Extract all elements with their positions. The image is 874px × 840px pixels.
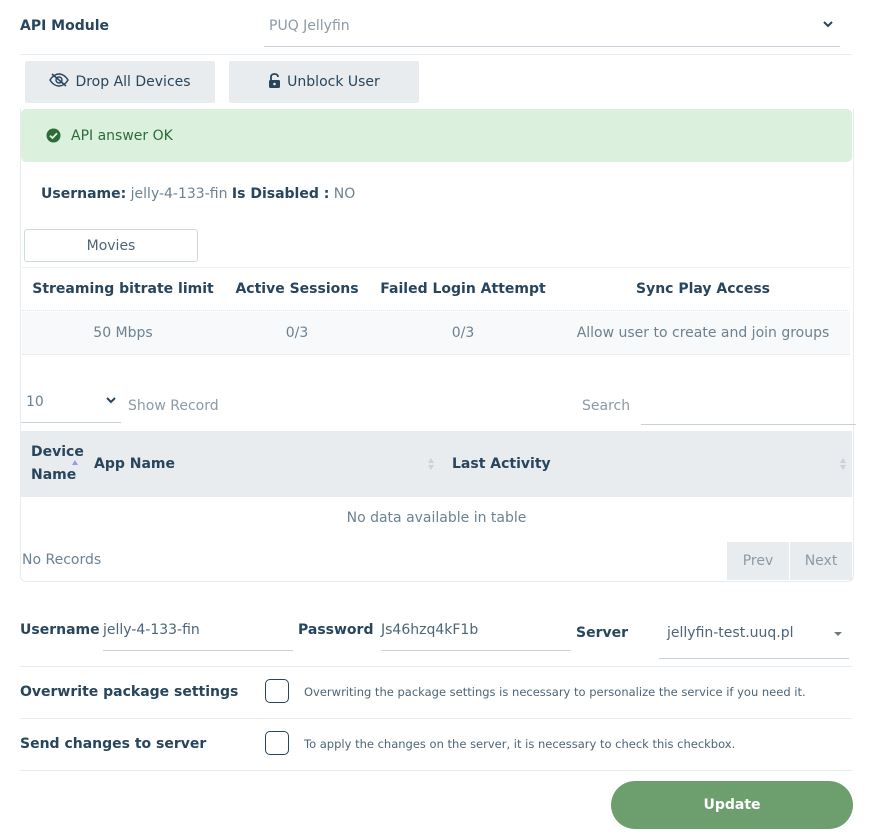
overwrite-package-checkbox[interactable] — [265, 679, 289, 703]
devices-table-header: Device Name App Name Last Activity — [21, 431, 852, 497]
table-empty-row: No data available in table — [346, 510, 527, 526]
drop-all-devices-button[interactable]: Drop All Devices — [25, 61, 215, 103]
divider — [20, 718, 852, 719]
server-label: Server — [576, 625, 629, 641]
stat-header-sessions: Active Sessions — [235, 281, 359, 297]
stat-value-sync-play: Allow user to create and join groups — [576, 325, 830, 341]
stat-header-sync-play: Sync Play Access — [635, 281, 771, 297]
api-module-select[interactable]: PUQ Jellyfin — [264, 8, 840, 47]
column-device-name[interactable]: Device Name — [31, 431, 91, 497]
username-field[interactable]: jelly-4-133-fin — [103, 614, 293, 651]
disabled-info-label: Is Disabled : — [231, 186, 330, 202]
overwrite-package-help: Overwriting the package settings is nece… — [304, 685, 806, 699]
check-circle-icon — [46, 128, 61, 143]
records-info: No Records — [22, 552, 102, 568]
search-input[interactable] — [641, 390, 856, 425]
username-label: Username — [20, 622, 100, 638]
records-per-page-value: 10 — [26, 394, 44, 410]
chevron-down-icon — [105, 394, 117, 410]
password-label: Password — [298, 622, 374, 638]
stat-value-sessions: 0/3 — [285, 325, 309, 341]
sort-icon — [427, 457, 435, 475]
next-page-button[interactable]: Next — [790, 542, 852, 580]
api-status-text: API answer OK — [71, 127, 173, 144]
divider — [20, 770, 852, 771]
send-changes-checkbox[interactable] — [265, 731, 289, 755]
divider — [20, 666, 852, 667]
unlock-icon — [268, 72, 281, 92]
sort-icon — [839, 457, 847, 475]
search-label: Search — [582, 398, 631, 414]
server-value: jellyfin-test.uuq.pl — [667, 625, 794, 641]
column-app-name[interactable]: App Name — [94, 431, 175, 497]
sort-asc-icon — [71, 455, 79, 471]
eye-slash-icon — [49, 73, 70, 91]
overwrite-package-label: Overwrite package settings — [20, 684, 239, 700]
chevron-down-icon — [822, 18, 834, 34]
show-record-label: Show Record — [128, 398, 219, 414]
api-module-label: API Module — [20, 18, 110, 34]
prev-page-button[interactable]: Prev — [727, 542, 789, 580]
password-field[interactable]: Js46hzq4kF1b — [381, 614, 571, 651]
username-value: jelly-4-133-fin — [103, 622, 200, 638]
unblock-user-label: Unblock User — [287, 74, 380, 90]
stat-value-bitrate: 50 Mbps — [93, 325, 153, 341]
disabled-info-value: NO — [333, 186, 356, 202]
update-button[interactable]: Update — [611, 781, 853, 829]
column-last-activity[interactable]: Last Activity — [452, 431, 551, 497]
server-select[interactable]: jellyfin-test.uuq.pl — [659, 614, 849, 659]
stats-header: Streaming bitrate limit Active Sessions … — [22, 267, 850, 311]
send-changes-label: Send changes to server — [20, 736, 207, 752]
drop-all-devices-label: Drop All Devices — [75, 74, 191, 90]
stat-header-failed-login: Failed Login Attempt — [380, 281, 546, 297]
stat-header-bitrate: Streaming bitrate limit — [32, 281, 214, 297]
stats-row: 50 Mbps 0/3 0/3 Allow user to create and… — [22, 312, 850, 355]
username-info-value: jelly-4-133-fin — [130, 186, 228, 202]
password-value: Js46hzq4kF1b — [381, 622, 479, 638]
api-module-value: PUQ Jellyfin — [269, 18, 350, 34]
divider — [20, 54, 852, 55]
username-info-label: Username: — [41, 186, 127, 202]
records-per-page-select[interactable]: 10 — [21, 388, 121, 423]
api-status-alert: API answer OK — [21, 109, 852, 162]
send-changes-help: To apply the changes on the server, it i… — [304, 737, 736, 751]
stat-value-failed-login: 0/3 — [451, 325, 475, 341]
unblock-user-button[interactable]: Unblock User — [229, 61, 419, 103]
caret-down-icon — [833, 626, 843, 642]
tab-movies[interactable]: Movies — [24, 229, 198, 262]
user-info-line: Username: jelly-4-133-fin Is Disabled : … — [41, 186, 355, 202]
